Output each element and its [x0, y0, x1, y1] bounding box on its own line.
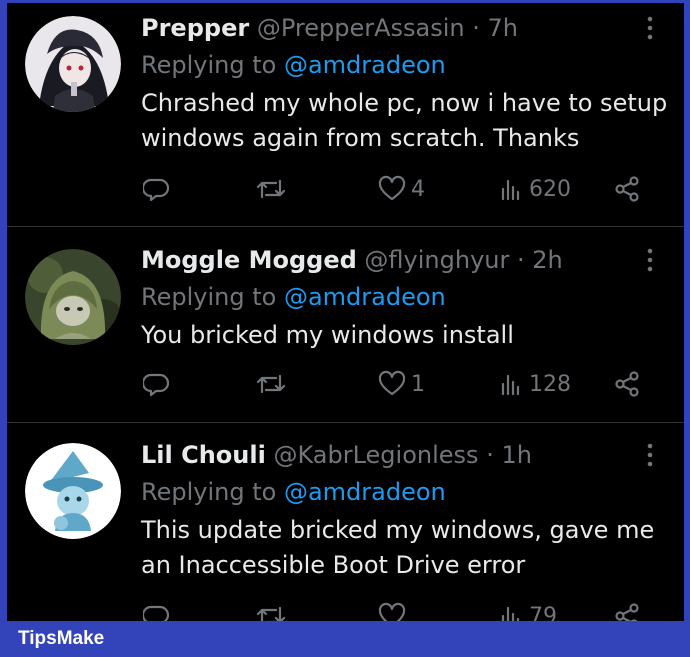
tweet-text: This update bricked my windows, gave me …	[141, 516, 655, 579]
views-chart-icon	[501, 179, 520, 201]
reply-icon	[143, 178, 170, 202]
witch-hat-character-avatar-icon	[25, 443, 121, 539]
timestamp[interactable]: 7h	[488, 14, 518, 42]
replying-to: Replying to @amdradeon	[141, 51, 446, 79]
tweet-card[interactable]: Lil Chouli @KabrLegionless · 1h Replying…	[7, 424, 684, 621]
more-options-icon[interactable]	[645, 442, 655, 468]
retweet-button[interactable]	[255, 366, 287, 402]
heart-icon	[378, 175, 406, 201]
tweet-thread: Prepper @PrepperAssasin · 7h Replying to…	[7, 3, 684, 621]
reply-button[interactable]	[143, 598, 171, 621]
more-options-icon[interactable]	[645, 247, 655, 273]
anime-girl-avatar-icon	[25, 16, 121, 112]
views-button[interactable]: 620	[497, 171, 571, 207]
replying-to: Replying to @amdradeon	[141, 478, 446, 506]
share-icon	[615, 176, 639, 202]
timestamp[interactable]: 1h	[501, 441, 531, 469]
watermark-footer: TipsMake	[0, 621, 690, 657]
views-chart-icon	[501, 374, 520, 396]
user-handle[interactable]: @PrepperAssasin	[257, 14, 465, 42]
share-button[interactable]	[612, 171, 642, 207]
timestamp[interactable]: 2h	[532, 246, 562, 274]
retweet-button[interactable]	[255, 598, 287, 621]
mention-link[interactable]: @amdradeon	[284, 478, 446, 506]
tweet-header: Moggle Mogged @flyinghyur · 2h	[141, 246, 563, 274]
avatar[interactable]	[25, 249, 121, 345]
replying-to: Replying to @amdradeon	[141, 283, 446, 311]
brand-logo: TipsMake	[18, 628, 105, 649]
separator: ·	[517, 246, 525, 274]
user-handle[interactable]: @flyinghyur	[364, 246, 509, 274]
avatar[interactable]	[25, 16, 121, 112]
action-bar: 4 620	[7, 171, 684, 207]
view-count: 79	[529, 603, 557, 622]
heart-icon	[378, 370, 406, 396]
reply-button[interactable]	[143, 366, 171, 402]
retweet-icon	[256, 179, 286, 199]
tweet-header: Prepper @PrepperAssasin · 7h	[141, 14, 518, 42]
view-count: 128	[529, 371, 571, 397]
tweet-text: You bricked my windows install	[141, 321, 514, 349]
tweet-header: Lil Chouli @KabrLegionless · 1h	[141, 441, 532, 469]
views-button[interactable]: 128	[497, 366, 571, 402]
view-count: 620	[529, 176, 571, 202]
like-button[interactable]: 1	[377, 366, 425, 402]
retweet-button[interactable]	[255, 171, 287, 207]
reply-button[interactable]	[143, 171, 171, 207]
replying-prefix: Replying to	[141, 283, 277, 311]
replying-prefix: Replying to	[141, 478, 277, 506]
tweet-text: Chrashed my whole pc, now i have to setu…	[141, 89, 668, 152]
like-button[interactable]	[377, 598, 411, 621]
retweet-icon	[256, 606, 286, 621]
like-count: 1	[411, 371, 425, 397]
reply-icon	[143, 605, 170, 621]
retweet-icon	[256, 374, 286, 394]
heart-icon	[378, 602, 406, 621]
mention-link[interactable]: @amdradeon	[284, 283, 446, 311]
action-bar: 1 128	[7, 366, 684, 402]
like-button[interactable]: 4	[377, 171, 425, 207]
display-name[interactable]: Moggle Mogged	[141, 246, 357, 274]
user-handle[interactable]: @KabrLegionless	[273, 441, 478, 469]
separator: ·	[486, 441, 494, 469]
action-bar: 79	[7, 598, 684, 621]
share-button[interactable]	[612, 366, 642, 402]
display-name[interactable]: Lil Chouli	[141, 441, 266, 469]
avatar[interactable]	[25, 443, 121, 539]
mention-link[interactable]: @amdradeon	[284, 51, 446, 79]
hooded-character-avatar-icon	[25, 249, 121, 345]
separator: ·	[472, 14, 480, 42]
views-button[interactable]: 79	[497, 598, 557, 621]
tweet-card[interactable]: Prepper @PrepperAssasin · 7h Replying to…	[7, 3, 684, 227]
share-button[interactable]	[612, 598, 642, 621]
share-icon	[615, 603, 639, 621]
display-name[interactable]: Prepper	[141, 14, 249, 42]
views-chart-icon	[501, 606, 520, 621]
like-count: 4	[411, 176, 425, 202]
reply-icon	[143, 373, 170, 397]
more-options-icon[interactable]	[645, 15, 655, 41]
replying-prefix: Replying to	[141, 51, 277, 79]
tweet-card[interactable]: Moggle Mogged @flyinghyur · 2h Replying …	[7, 228, 684, 423]
share-icon	[615, 371, 639, 397]
